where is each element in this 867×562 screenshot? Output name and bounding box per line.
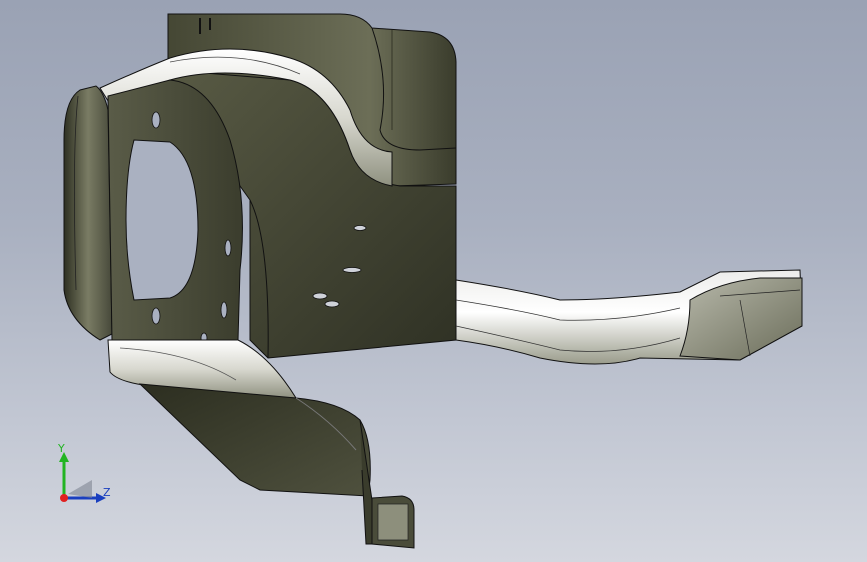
left-flange (63, 85, 113, 341)
y-axis-label: Y (58, 442, 65, 455)
z-axis-label: Z (103, 486, 111, 499)
extension-arm (455, 269, 803, 365)
graphics-viewport[interactable]: Y Z (0, 0, 867, 562)
part-model[interactable] (0, 0, 867, 562)
lower-bracket (138, 383, 415, 549)
